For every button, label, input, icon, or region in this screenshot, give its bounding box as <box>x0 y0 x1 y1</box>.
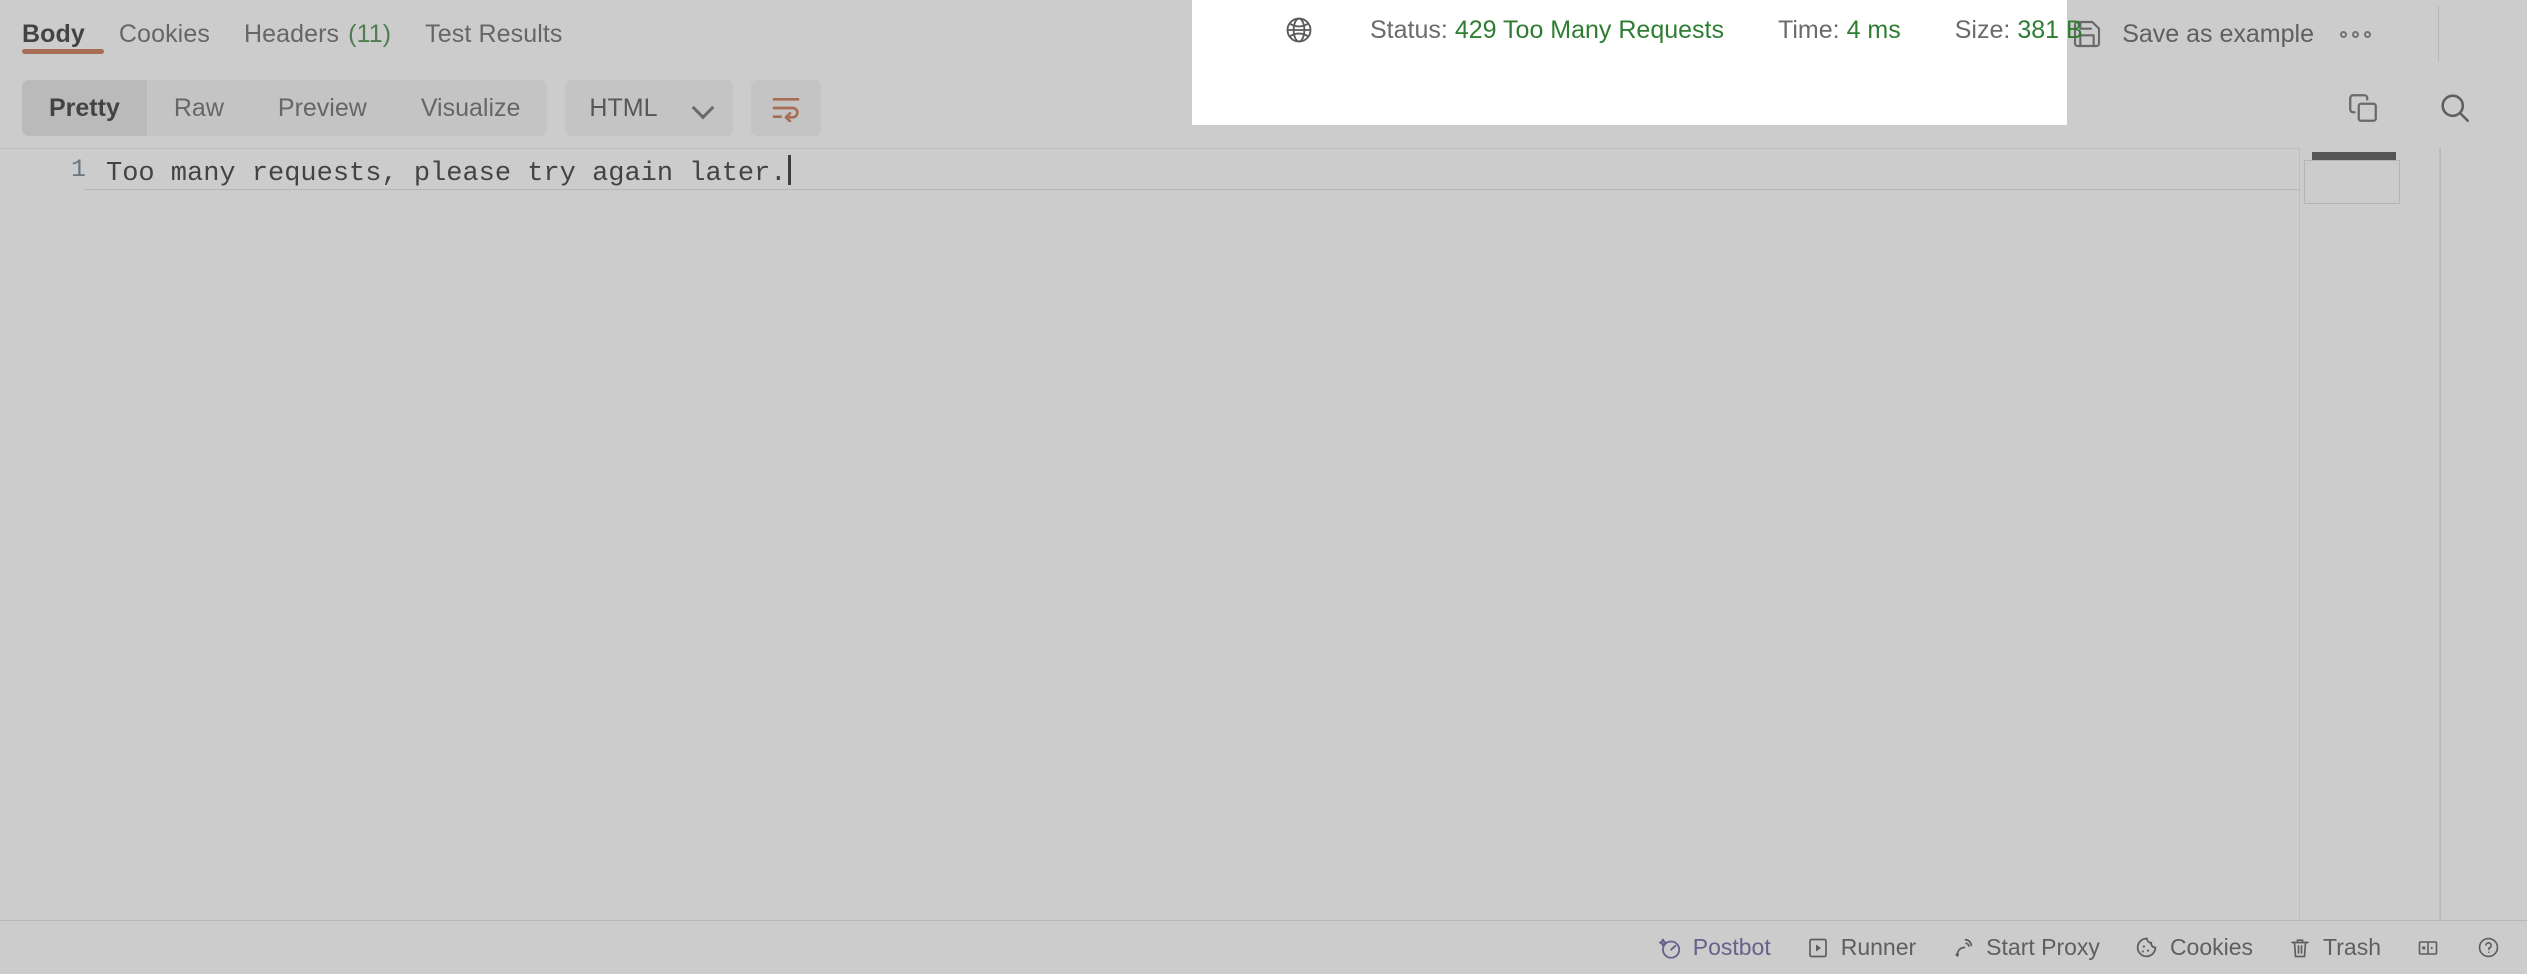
globe-icon <box>1282 13 1316 47</box>
view-mode-visualize-label: Visualize <box>420 93 521 122</box>
tab-test-results-label: Test Results <box>425 19 563 48</box>
view-mode-raw-label: Raw <box>173 93 224 122</box>
cookie-icon <box>2134 935 2160 961</box>
runner-icon <box>1805 935 1831 961</box>
time-metric: Time: 4 ms <box>1778 16 1901 45</box>
response-body-content: Too many requests, please try again late… <box>106 159 787 189</box>
statusbar-trash-label: Trash <box>2323 934 2381 960</box>
response-status-metrics: Status: 429 Too Many Requests Time: 4 ms S… <box>1192 8 2083 52</box>
chevron-down-icon <box>693 97 715 119</box>
time-value: 4 ms <box>1846 15 1901 44</box>
tab-headers[interactable]: Headers (11) <box>244 0 407 68</box>
statusbar-start-proxy[interactable]: Start Proxy <box>1950 934 2100 961</box>
statusbar-postbot[interactable]: Postbot <box>1657 934 1771 961</box>
tab-body[interactable]: Body <box>22 0 104 68</box>
help-icon <box>2475 935 2501 961</box>
layout-toggle-icon <box>2415 935 2441 961</box>
statusbar-layout-toggle[interactable] <box>2415 935 2441 961</box>
status-label: Status: <box>1370 15 1448 44</box>
save-as-example-label[interactable]: Save as example <box>2122 20 2314 49</box>
code-line-row: 1 Too many requests, please try again la… <box>0 149 2527 193</box>
view-mode-visualize[interactable]: Visualize <box>394 80 548 136</box>
tab-cookies[interactable]: Cookies <box>119 0 226 68</box>
size-label: Size: <box>1954 15 2011 44</box>
trash-icon <box>2287 935 2313 961</box>
editor-tool-icons <box>2337 82 2527 134</box>
word-wrap-toggle[interactable] <box>751 80 822 136</box>
proxy-icon <box>1950 935 1976 961</box>
tab-headers-count: (11) <box>348 19 392 48</box>
view-mode-preview[interactable]: Preview <box>251 80 394 136</box>
response-body-editor[interactable]: 1 Too many requests, please try again la… <box>0 148 2527 920</box>
search-icon[interactable] <box>2429 82 2481 134</box>
statusbar-cookies[interactable]: Cookies <box>2134 934 2253 961</box>
time-label: Time: <box>1777 15 1840 44</box>
minimap-content-marker <box>2312 152 2396 160</box>
view-mode-preview-label: Preview <box>277 93 367 122</box>
statusbar-cookies-label: Cookies <box>2169 934 2254 960</box>
tab-body-label: Body <box>22 19 85 48</box>
code-row-underline <box>84 189 2400 190</box>
status-metric: Status: 429 Too Many Requests <box>1370 16 1724 45</box>
more-options-icon[interactable] <box>2332 23 2379 46</box>
postbot-icon <box>1657 935 1683 961</box>
tab-cookies-label: Cookies <box>118 19 210 48</box>
response-status-popover: Status: 429 Too Many Requests Time: 4 ms S… <box>1192 0 2083 125</box>
statusbar-postbot-label: Postbot <box>1692 934 1771 960</box>
view-mode-raw[interactable]: Raw <box>147 80 251 136</box>
statusbar-help[interactable] <box>2475 935 2501 961</box>
statusbar-trash[interactable]: Trash <box>2287 934 2381 961</box>
word-wrap-icon <box>770 94 802 122</box>
statusbar-runner[interactable]: Runner <box>1805 934 1916 961</box>
line-number: 1 <box>70 155 86 184</box>
view-mode-pretty-label: Pretty <box>49 93 120 122</box>
editor-minimap[interactable] <box>2299 148 2439 920</box>
postman-response-panel: Body Cookies Headers (11) Test Results S… <box>0 0 2527 974</box>
tab-test-results[interactable]: Test Results <box>425 0 578 68</box>
save-as-example-group: Save as example <box>2070 0 2389 68</box>
size-metric: Size: 381 B <box>1955 16 2083 45</box>
bottom-status-bar: Postbot Runner Start Proxy Cookies Trash <box>0 920 2527 974</box>
view-mode-segmented-control: Pretty Raw Preview Visualize <box>22 80 548 136</box>
rail-divider <box>2440 148 2441 920</box>
statusbar-runner-label: Runner <box>1840 934 1917 960</box>
copy-icon[interactable] <box>2337 82 2389 134</box>
tab-headers-label: Headers <box>243 19 340 48</box>
view-mode-pretty[interactable]: Pretty <box>22 80 147 136</box>
toolbar-divider <box>2438 6 2439 62</box>
status-value: 429 Too Many Requests <box>1454 15 1724 44</box>
statusbar-start-proxy-label: Start Proxy <box>1986 934 2100 960</box>
text-caret <box>787 155 791 185</box>
minimap-viewport <box>2304 160 2400 204</box>
response-body-text: Too many requests, please try again late… <box>102 155 791 189</box>
format-select-value: HTML <box>589 93 658 122</box>
editor-right-rail <box>2439 148 2527 920</box>
format-select[interactable]: HTML <box>565 80 734 136</box>
size-value: 381 B <box>2017 15 2083 44</box>
